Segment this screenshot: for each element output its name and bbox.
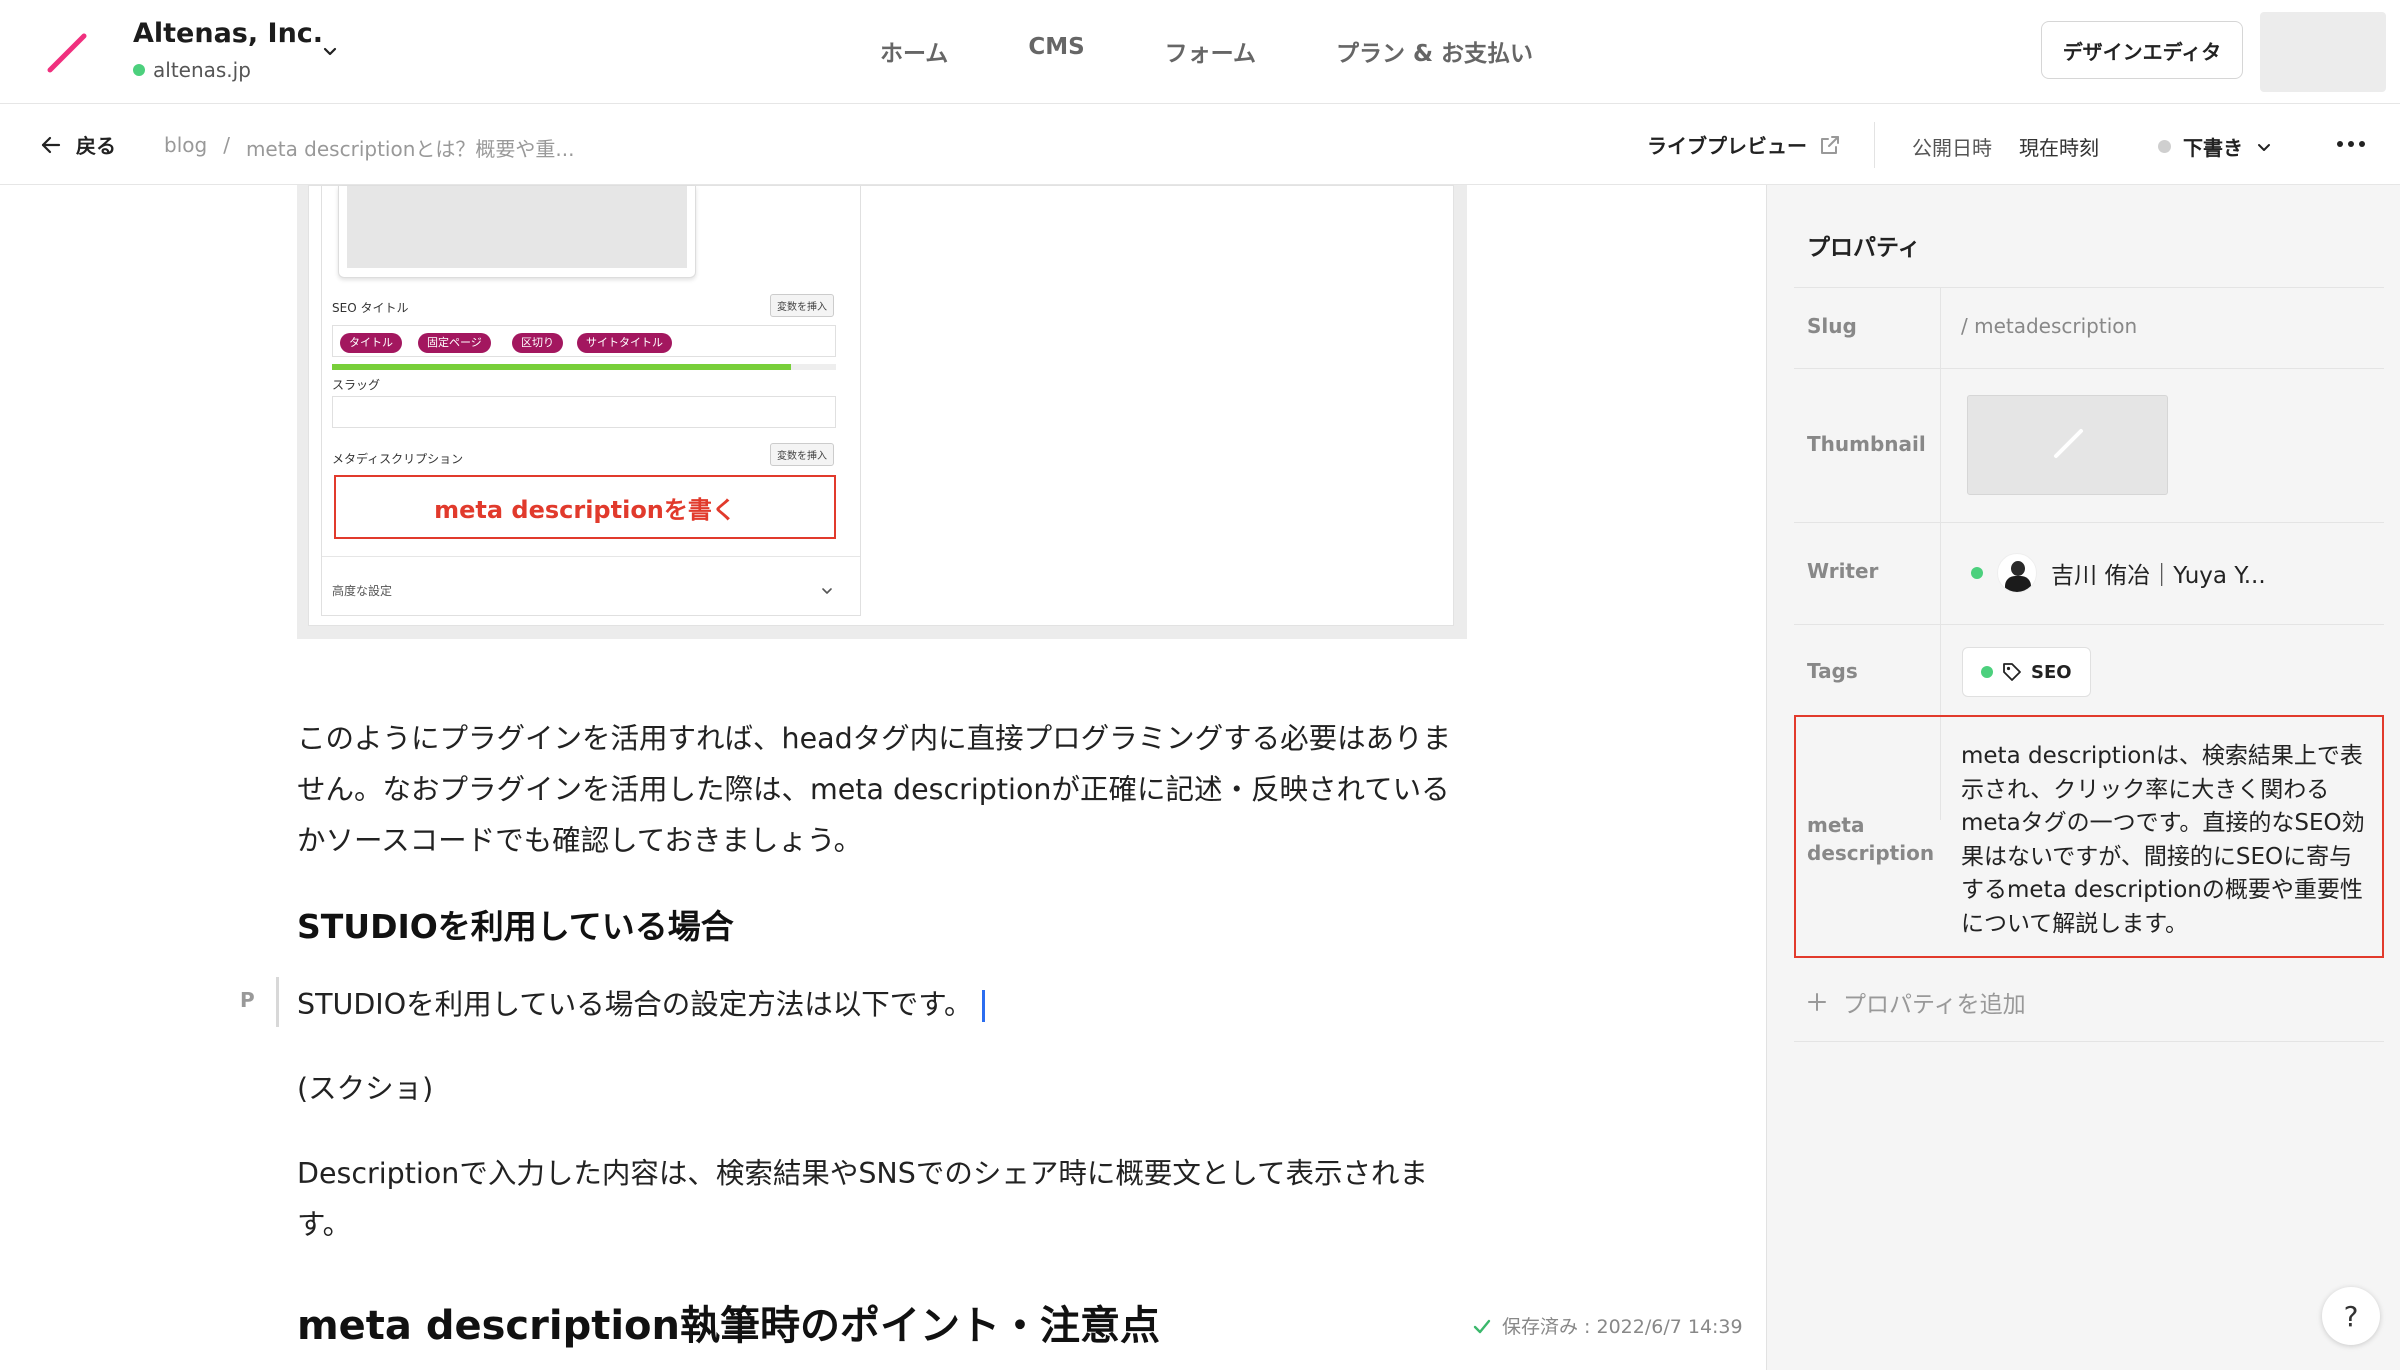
back-label: 戻る <box>76 134 116 158</box>
block-type-marker[interactable]: P <box>240 988 255 1012</box>
embedded-screenshot[interactable]: SEO タイトル 変数を挿入 タイトル 固定ページ 区切り サイトタイトル スラ… <box>297 185 1467 639</box>
status-dropdown[interactable]: 下書き <box>2158 132 2273 161</box>
checkmark-icon <box>1473 1319 1491 1333</box>
seo-settings-panel: SEO タイトル 変数を挿入 タイトル 固定ページ 区切り サイトタイトル スラ… <box>321 186 861 616</box>
tag-icon <box>2003 663 2021 681</box>
tags-label: Tags <box>1807 659 1858 683</box>
insert-variable-button: 変数を挿入 <box>770 443 834 466</box>
image-placeholder-icon <box>2054 429 2083 458</box>
advanced-divider <box>322 556 860 557</box>
nav-billing[interactable]: プラン & お支払い <box>1336 34 1533 68</box>
active-block-indicator <box>276 977 279 1027</box>
chevron-down-icon[interactable] <box>320 42 340 62</box>
paragraph-plugin-note[interactable]: このようにプラグインを活用すれば、headタグ内に直接プログラミングする必要はあ… <box>297 713 1472 866</box>
live-preview-label: ライブプレビュー <box>1647 134 1807 158</box>
paragraph-screenshot-placeholder[interactable]: (スクショ) <box>297 1063 433 1114</box>
studio-logo-icon[interactable] <box>44 30 90 76</box>
advanced-settings-label: 高度な設定 <box>332 584 393 598</box>
screenshot-thumbnail <box>347 186 687 268</box>
seo-title-progress <box>332 364 836 370</box>
meta-description-label: メタディスクリプション <box>332 452 464 466</box>
slug-label: Slug <box>1807 314 1857 338</box>
chevron-down-icon <box>2258 143 2270 151</box>
plus-icon <box>1808 993 1826 1011</box>
more-options-icon[interactable] <box>2334 134 2368 154</box>
publish-date-label: 公開日時 <box>1912 136 1992 160</box>
back-button[interactable]: 戻る <box>40 130 116 159</box>
status-dot <box>2158 140 2171 153</box>
publish-date-value[interactable]: 現在時刻 <box>2019 132 2099 161</box>
pill-title: タイトル <box>340 333 402 353</box>
tag-label: SEO <box>2031 661 2072 683</box>
property-sidebar: プロパティ Slug / metadescription Thumbnail W… <box>1766 185 2400 1370</box>
help-button[interactable]: ? <box>2322 1287 2380 1345</box>
writer-avatar <box>1997 553 2037 593</box>
row-divider <box>1794 287 2384 288</box>
writer-status-dot <box>1971 567 1983 579</box>
row-divider <box>1794 1041 2384 1042</box>
external-link-icon <box>1821 135 1839 154</box>
add-property-button[interactable]: プロパティを追加 <box>1807 985 2026 1019</box>
live-preview-button[interactable]: ライブプレビュー <box>1647 130 1841 159</box>
seo-title-progress-fill <box>332 364 791 370</box>
paragraph-description[interactable]: Descriptionで入力した内容は、検索結果やSNSでのシェア時に概要文とし… <box>297 1148 1462 1250</box>
tag-color-dot <box>1981 666 1993 678</box>
breadcrumb-root[interactable]: blog <box>164 133 207 162</box>
breadcrumb-separator: / <box>223 133 230 157</box>
pill-separator: 区切り <box>512 333 563 353</box>
properties-title: プロパティ <box>1807 235 1921 261</box>
chevron-down-icon <box>822 588 832 594</box>
nav-forms[interactable]: フォーム <box>1165 34 1256 68</box>
screenshot-thumbnail-card <box>338 186 696 278</box>
screenshot-canvas: SEO タイトル 変数を挿入 タイトル 固定ページ 区切り サイトタイトル スラ… <box>308 185 1454 626</box>
org-domain: altenas.jp <box>133 58 251 82</box>
writer-label: Writer <box>1807 559 1879 583</box>
user-avatar[interactable] <box>2260 12 2386 92</box>
writer-selector[interactable]: 吉川 侑冶｜Yuya Y... <box>1971 553 2266 593</box>
paragraph-studio-text: STUDIOを利用している場合の設定方法は以下です。 <box>297 988 973 1021</box>
insert-variable-button: 変数を挿入 <box>770 294 834 317</box>
save-status-text: 保存済み : 2022/6/7 14:39 <box>1502 1316 1743 1338</box>
top-header: Altenas, Inc. altenas.jp ホーム CMS フォーム プラ… <box>0 0 2400 104</box>
slug-label: スラッグ <box>332 378 381 392</box>
meta-description-field[interactable]: meta descriptionは、検索結果上で表示され、クリック率に大きく関わ… <box>1961 740 2366 941</box>
row-divider <box>1794 522 2384 523</box>
slug-field[interactable]: / metadescription <box>1961 314 2137 338</box>
add-property-label: プロパティを追加 <box>1843 992 2026 1018</box>
row-divider <box>1794 368 2384 369</box>
nav-cms[interactable]: CMS <box>1028 34 1084 68</box>
thumbnail-picker[interactable] <box>1967 395 2168 495</box>
nav-home[interactable]: ホーム <box>880 34 948 68</box>
meta-description-callout: meta descriptionを書く <box>334 475 836 539</box>
slug-input <box>332 396 836 428</box>
thumbnail-label: Thumbnail <box>1807 432 1926 456</box>
org-name[interactable]: Altenas, Inc. <box>133 18 323 49</box>
article-editor[interactable]: SEO タイトル 変数を挿入 タイトル 固定ページ 区切り サイトタイトル スラ… <box>0 185 1766 1370</box>
arrow-left-icon <box>41 136 61 153</box>
paragraph-studio-settings[interactable]: STUDIOを利用している場合の設定方法は以下です。 <box>297 979 986 1030</box>
org-domain-text: altenas.jp <box>153 58 251 82</box>
main-nav: ホーム CMS フォーム プラン & お支払い <box>880 34 1613 68</box>
toolbar-divider <box>1874 122 1875 168</box>
tag-chip-seo[interactable]: SEO <box>1962 647 2091 697</box>
pill-site-title: サイトタイトル <box>577 333 672 353</box>
editor-toolbar: 戻る blog / meta descriptionとは？概要や重... ライブ… <box>0 104 2400 185</box>
design-editor-button[interactable]: デザインエディタ <box>2041 21 2243 79</box>
row-divider <box>1794 624 2384 625</box>
save-status: 保存済み : 2022/6/7 14:39 <box>1472 1312 1743 1339</box>
breadcrumb: blog / meta descriptionとは？概要や重... <box>164 133 574 162</box>
status-label: 下書き <box>2183 136 2243 160</box>
breadcrumb-current: meta descriptionとは？概要や重... <box>245 137 575 161</box>
pill-fixed-page: 固定ページ <box>418 333 491 353</box>
text-caret <box>982 990 986 1022</box>
heading-points[interactable]: meta description執筆時のポイント・注意点 <box>297 1293 1160 1351</box>
heading-studio[interactable]: STUDIOを利用している場合 <box>297 900 734 948</box>
seo-title-label: SEO タイトル <box>332 301 409 315</box>
online-status-dot <box>133 64 145 76</box>
meta-description-label: meta description <box>1807 813 1935 865</box>
writer-name: 吉川 侑冶｜Yuya Y... <box>2051 563 2266 589</box>
